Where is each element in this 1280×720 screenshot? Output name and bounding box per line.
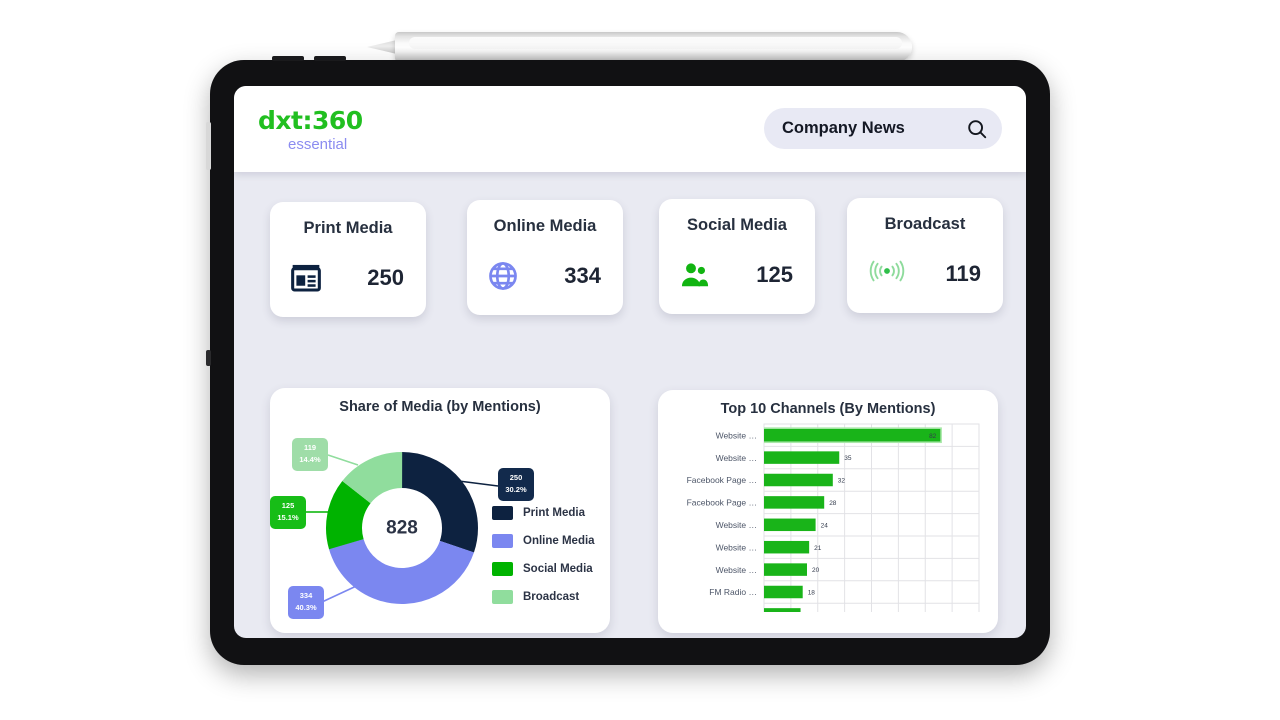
legend-swatch	[492, 562, 513, 576]
legend-swatch	[492, 506, 513, 520]
kpi-value: 125	[756, 262, 793, 287]
svg-text:14.4%: 14.4%	[299, 455, 321, 464]
newspaper-icon	[290, 262, 322, 294]
bar-category-label: Facebook Page …	[687, 498, 757, 508]
bar[interactable]	[764, 563, 807, 576]
bar-value-label: 82	[929, 433, 937, 440]
search-input[interactable]: Company News	[782, 119, 905, 138]
logo-primary-text: dxt:360	[258, 106, 363, 135]
app-header: dxt:360 essential Company News	[234, 86, 1026, 172]
kpi-card-row: Print Media 250 Online Media 334 Social …	[234, 198, 1026, 319]
svg-text:250: 250	[510, 473, 523, 482]
svg-text:15.1%: 15.1%	[277, 513, 299, 522]
bar-value-label: 18	[808, 590, 816, 597]
bar[interactable]	[764, 451, 840, 464]
bar-category-label: Website …	[716, 520, 757, 530]
bar[interactable]	[764, 608, 801, 621]
kpi-value: 119	[945, 261, 982, 286]
legend-item-online-media[interactable]: Online Media	[492, 534, 595, 548]
kpi-value: 250	[367, 265, 404, 290]
top-channels-card: Top 10 Channels (By Mentions) Website … 8…	[658, 390, 998, 633]
kpi-title: Print Media	[303, 219, 393, 237]
search-bar[interactable]: Company News	[764, 108, 1002, 149]
logo-secondary-text: essential	[288, 136, 348, 153]
bar-value-label: 24	[821, 522, 829, 529]
bar-value-label: 28	[829, 500, 837, 507]
stylus-pen	[367, 30, 912, 64]
bar-category-label: Website …	[716, 453, 757, 463]
bar[interactable]	[764, 540, 810, 554]
bar-category-label: FM Radio …	[709, 587, 757, 597]
volume-down-button[interactable]	[314, 56, 346, 61]
legend-item-broadcast[interactable]: Broadcast	[492, 590, 595, 604]
donut-label-broadcast: 119 14.4%	[292, 438, 328, 471]
legend-item-social-media[interactable]: Social Media	[492, 562, 595, 576]
bar[interactable]	[764, 473, 833, 487]
donut-center-total: 828	[386, 518, 418, 539]
bar-category-label: Website …	[716, 542, 757, 552]
donut-label-online-media: 334 40.3%	[288, 586, 324, 619]
bar-category-label: Website …	[716, 430, 757, 440]
svg-text:119: 119	[304, 443, 316, 452]
legend-label: Print Media	[523, 507, 585, 519]
bar-category-label: Facebook Page …	[687, 475, 757, 485]
bar-value-label: 32	[838, 478, 846, 485]
bar-chart[interactable]: Website … 82 Website … 35 Facebook Page … 32 F…	[658, 420, 998, 630]
globe-icon	[487, 260, 519, 292]
svg-text:125: 125	[282, 501, 295, 510]
people-icon	[679, 259, 711, 291]
share-of-media-card: Share of Media (by Mentions) 828 250 30.…	[270, 388, 610, 633]
search-icon[interactable]	[966, 118, 988, 140]
kpi-value: 334	[564, 263, 601, 288]
svg-text:334: 334	[300, 591, 313, 600]
kpi-title: Broadcast	[884, 215, 966, 233]
svg-text:30.2%: 30.2%	[505, 485, 527, 494]
donut-legend: Print Media Online Media Social Media Br…	[492, 506, 595, 618]
legend-swatch	[492, 534, 513, 548]
svg-text:40.3%: 40.3%	[295, 603, 317, 612]
bar-category-label: Website …	[716, 565, 757, 575]
kpi-card-broadcast[interactable]: Broadcast 119	[847, 198, 1003, 313]
legend-item-print-media[interactable]: Print Media	[492, 506, 595, 520]
broadcast-icon	[867, 258, 907, 290]
app-logo: dxt:360 essential	[258, 108, 363, 152]
tablet-device: dxt:360 essential Company News Print Med…	[206, 56, 1050, 665]
legend-label: Online Media	[523, 535, 595, 547]
donut-label-social-media: 125 15.1%	[270, 496, 306, 529]
volume-up-button[interactable]	[272, 56, 304, 61]
stylus-body	[395, 32, 912, 62]
bar[interactable]	[764, 496, 825, 509]
bar-value-label: 35	[844, 455, 852, 462]
legend-label: Social Media	[523, 563, 593, 575]
power-button[interactable]	[206, 122, 211, 170]
legend-label: Broadcast	[523, 591, 580, 603]
tablet-screen: dxt:360 essential Company News Print Med…	[234, 86, 1026, 638]
bar-value-label: 20	[812, 567, 820, 574]
kpi-card-social-media[interactable]: Social Media 125	[659, 199, 815, 314]
kpi-card-online-media[interactable]: Online Media 334	[467, 200, 623, 315]
donut-label-print-media: 250 30.2%	[498, 468, 534, 501]
bar[interactable]	[764, 518, 816, 532]
kpi-title: Online Media	[493, 217, 597, 235]
bar-value-label: 21	[814, 545, 822, 552]
side-button[interactable]	[206, 350, 211, 366]
bar-chart-title: Top 10 Channels (By Mentions)	[720, 401, 936, 417]
legend-swatch	[492, 590, 513, 604]
kpi-title: Social Media	[687, 216, 787, 234]
bar[interactable]	[764, 428, 941, 442]
kpi-card-print-media[interactable]: Print Media 250	[270, 202, 426, 317]
screenshot-root: dxt:360 essential Company News Print Med…	[0, 0, 1280, 720]
bar[interactable]	[764, 585, 803, 599]
